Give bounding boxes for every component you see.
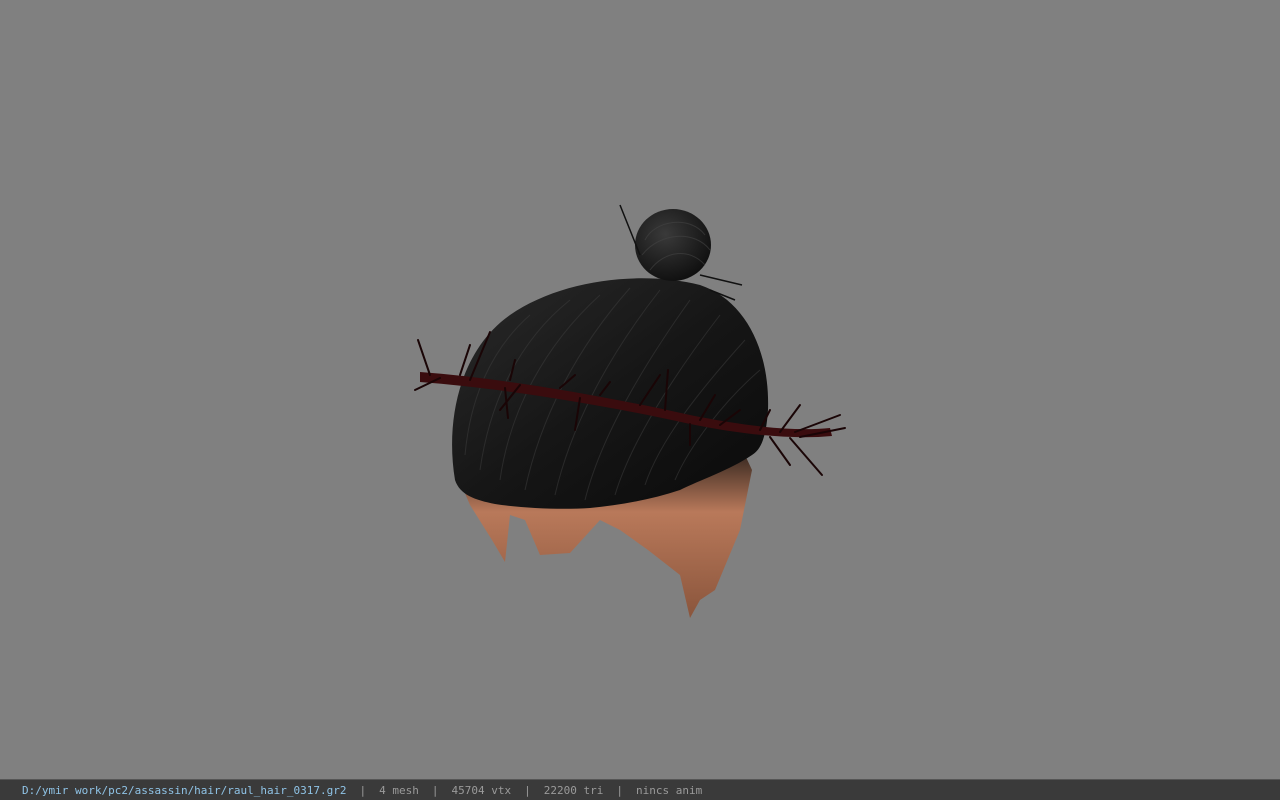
separator: |: [431, 783, 439, 797]
status-bar: D:/ymir work/pc2/assassin/hair/raul_hair…: [0, 779, 1280, 800]
vertex-count: 45704 vtx: [451, 783, 512, 797]
file-path: D:/ymir work/pc2/assassin/hair/raul_hair…: [22, 783, 347, 797]
separator: |: [616, 783, 623, 797]
separator: |: [359, 783, 367, 797]
separator: |: [524, 783, 531, 797]
hair-mass: [452, 204, 769, 509]
hair-model-icon: [414, 204, 846, 618]
mesh-count: 4 mesh: [379, 783, 419, 797]
triangle-count: 22200 tri: [543, 783, 604, 797]
animation-status: nincs anim: [635, 783, 703, 797]
3d-viewport[interactable]: [0, 0, 1280, 779]
